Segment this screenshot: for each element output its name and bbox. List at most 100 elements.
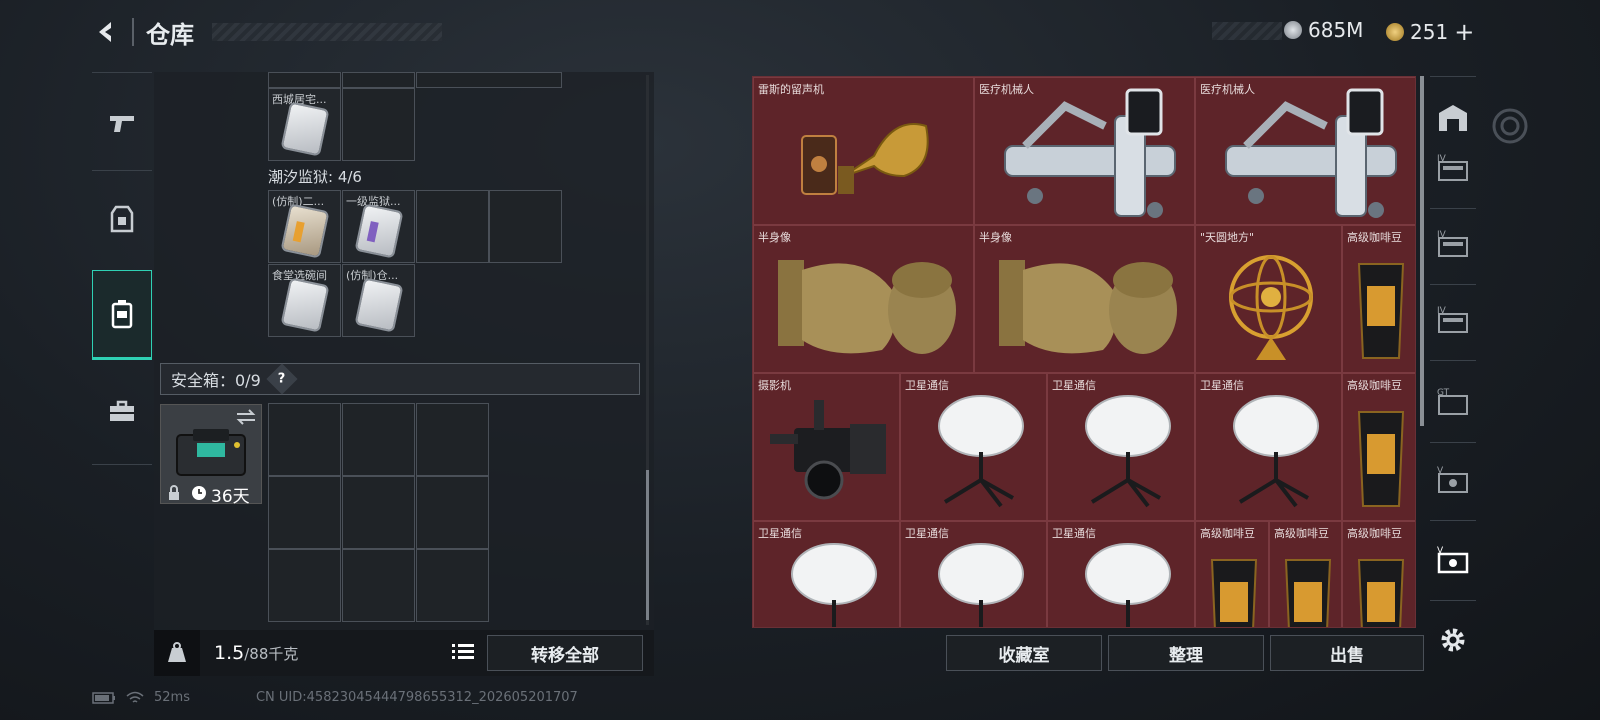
tab-weapons[interactable] bbox=[92, 78, 152, 168]
storage-scrollbar[interactable] bbox=[1420, 76, 1424, 426]
divider bbox=[1430, 442, 1476, 443]
grid-cell[interactable] bbox=[489, 190, 562, 263]
grid-cell[interactable] bbox=[416, 403, 489, 476]
item-slot[interactable]: 高级咖啡豆 bbox=[1269, 521, 1342, 627]
rail-storage-4c[interactable]: IV bbox=[1430, 290, 1476, 350]
item-name: 一级监狱... bbox=[346, 195, 401, 208]
item-slot[interactable]: (仿制)二... bbox=[268, 190, 341, 263]
collection-room-button[interactable]: 收藏室 bbox=[946, 635, 1102, 671]
grid-cell[interactable] bbox=[342, 476, 415, 549]
grid-cell[interactable] bbox=[416, 72, 562, 88]
gramophone-icon bbox=[801, 123, 929, 195]
item-slot[interactable]: 一级监狱... bbox=[342, 190, 415, 263]
tab-backpack[interactable] bbox=[92, 270, 152, 360]
item-slot[interactable]: 卫星通信 bbox=[900, 521, 1047, 627]
grid-cell[interactable] bbox=[342, 88, 415, 161]
item-slot[interactable]: 半身像 bbox=[753, 225, 974, 373]
grid-cell[interactable] bbox=[268, 72, 341, 88]
item-name: 摄影机 bbox=[758, 379, 791, 392]
currency-gold[interactable]: 251 + bbox=[1386, 18, 1474, 46]
help-button[interactable]: ? bbox=[266, 363, 298, 395]
storage-box-icon: IV bbox=[1437, 306, 1468, 333]
help-icon: ? bbox=[277, 371, 286, 387]
item-slot[interactable]: 卫星通信 bbox=[1047, 373, 1195, 521]
item-slot[interactable]: 雷斯的留声机 bbox=[753, 77, 974, 225]
item-slot[interactable]: 半身像 bbox=[974, 225, 1195, 373]
gold-amount: 251 bbox=[1410, 20, 1449, 44]
storage-box-icon: V bbox=[1437, 546, 1469, 574]
rail-storage-gt[interactable]: GT bbox=[1430, 372, 1476, 432]
svg-text:IV: IV bbox=[1437, 306, 1447, 316]
grid-cell[interactable] bbox=[416, 476, 489, 549]
divider bbox=[1430, 520, 1476, 521]
item-slot[interactable]: 医疗机械人 bbox=[974, 77, 1195, 225]
grid-cell[interactable] bbox=[342, 549, 415, 622]
rail-storage-4b[interactable]: IV bbox=[1430, 214, 1476, 274]
wifi-icon bbox=[126, 691, 144, 703]
storage-box-icon: IV bbox=[1437, 230, 1468, 257]
item-slot[interactable]: 西城居宅... bbox=[268, 88, 341, 161]
add-currency-button[interactable]: + bbox=[1454, 18, 1474, 46]
storage-box-icon: V bbox=[1437, 466, 1468, 493]
sort-button[interactable]: 整理 bbox=[1108, 635, 1264, 671]
grid-cell[interactable] bbox=[342, 72, 415, 88]
item-slot[interactable]: 高级咖啡豆 bbox=[1342, 373, 1415, 521]
item-slot[interactable]: (仿制)仓... bbox=[342, 264, 415, 337]
item-name: 高级咖啡豆 bbox=[1200, 527, 1255, 540]
rail-storage-4[interactable]: IV bbox=[1430, 138, 1476, 198]
grid-cell[interactable] bbox=[416, 190, 489, 263]
grid-cell[interactable] bbox=[268, 549, 341, 622]
warehouse-icon bbox=[1439, 105, 1467, 131]
item-slot[interactable]: 医疗机械人 bbox=[1195, 77, 1415, 225]
keycard-icon bbox=[282, 279, 328, 331]
rail-storage-5[interactable]: V bbox=[1430, 450, 1476, 510]
silver-coin-icon bbox=[1284, 21, 1302, 39]
divider bbox=[92, 170, 152, 171]
grid-cell[interactable] bbox=[342, 403, 415, 476]
currency-silver[interactable]: 685M bbox=[1284, 18, 1363, 42]
sell-button[interactable]: 出售 bbox=[1270, 635, 1424, 671]
weight-icon bbox=[154, 630, 200, 676]
item-name: 食堂选碗间 bbox=[272, 269, 327, 282]
item-slot[interactable]: 摄影机 bbox=[753, 373, 900, 521]
keycard-icon bbox=[282, 103, 328, 155]
item-slot[interactable]: 卫星通信 bbox=[1047, 521, 1195, 627]
svg-text:V: V bbox=[1437, 546, 1444, 556]
coffee-bag-icon bbox=[1284, 559, 1332, 627]
satellite-dish-icon bbox=[1233, 395, 1319, 508]
grid-cell[interactable] bbox=[416, 549, 489, 622]
tab-toolbox[interactable] bbox=[92, 366, 152, 456]
camera-icon bbox=[770, 400, 886, 500]
satellite-dish-icon bbox=[1085, 543, 1171, 627]
svg-text:IV: IV bbox=[1437, 154, 1447, 164]
scope-icon[interactable] bbox=[1488, 104, 1532, 152]
item-name: 高级咖啡豆 bbox=[1274, 527, 1329, 540]
safebox-case-icon bbox=[176, 429, 246, 476]
item-slot[interactable]: 卫星通信 bbox=[900, 373, 1047, 521]
title-decoration bbox=[212, 23, 442, 41]
category-sidebar bbox=[92, 72, 152, 472]
item-slot[interactable]: 卫星通信 bbox=[1195, 373, 1342, 521]
item-slot[interactable]: 高级咖啡豆 bbox=[1195, 521, 1269, 627]
item-name: 雷斯的留声机 bbox=[758, 83, 824, 96]
safebox-item[interactable]: 36天 bbox=[160, 404, 262, 507]
svg-text:GT: GT bbox=[1437, 388, 1450, 398]
grid-cell[interactable] bbox=[268, 403, 341, 476]
list-view-icon[interactable] bbox=[452, 642, 474, 666]
item-slot[interactable]: 高级咖啡豆 bbox=[1342, 225, 1415, 373]
item-slot[interactable]: 食堂选碗间 bbox=[268, 264, 341, 337]
transfer-all-button[interactable]: 转移全部 bbox=[487, 635, 643, 671]
back-arrow-icon[interactable] bbox=[92, 18, 120, 46]
tab-armor[interactable] bbox=[92, 174, 152, 264]
item-slot[interactable]: 卫星通信 bbox=[753, 521, 900, 627]
item-slot[interactable]: 高级咖啡豆 bbox=[1342, 521, 1415, 627]
grid-cell[interactable] bbox=[268, 476, 341, 549]
weight-capacity: /88千克 bbox=[244, 644, 299, 663]
item-slot[interactable]: "天圆地方" bbox=[1195, 225, 1342, 373]
rail-storage-5-active[interactable]: V bbox=[1430, 530, 1476, 590]
scrollbar-thumb[interactable] bbox=[646, 470, 649, 620]
item-name: 西城居宅... bbox=[272, 93, 327, 106]
storage-box-icon: GT bbox=[1437, 388, 1468, 415]
topbar: 仓库 bbox=[92, 14, 442, 50]
settings-button[interactable] bbox=[1430, 610, 1476, 670]
